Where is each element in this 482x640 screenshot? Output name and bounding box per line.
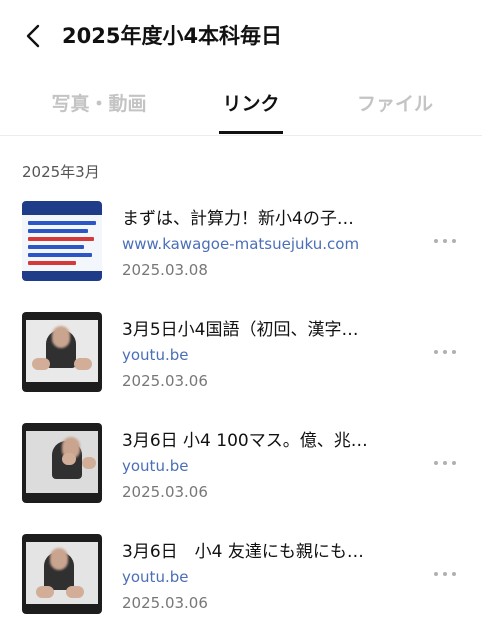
link-url[interactable]: youtu.be xyxy=(122,568,188,586)
link-title: 3月5日小4国語（初回、漢字… xyxy=(122,320,359,340)
tab-bar: 写真・動画 リンク ファイル xyxy=(0,80,482,136)
more-dots-icon xyxy=(434,572,438,576)
header-bar: 2025年度小4本科毎日 xyxy=(0,0,482,72)
tab-photos-videos[interactable]: 写真・動画 xyxy=(46,88,152,120)
list-item[interactable]: 3月6日 小4 友達にも親にも… youtu.be 2025.03.06 xyxy=(0,534,482,634)
more-options-button[interactable] xyxy=(432,230,458,252)
back-button[interactable] xyxy=(18,20,50,52)
link-title: まずは、計算力！新小4の子… xyxy=(122,209,354,229)
more-dots-icon xyxy=(434,461,438,465)
video-thumbnail xyxy=(22,312,102,392)
link-date: 2025.03.06 xyxy=(122,594,208,612)
link-url[interactable]: www.kawagoe-matsuejuku.com xyxy=(122,235,359,253)
link-url[interactable]: youtu.be xyxy=(122,457,188,475)
link-title: 3月6日 小4 友達にも親にも… xyxy=(122,542,364,562)
video-thumbnail xyxy=(22,534,102,614)
link-date: 2025.03.06 xyxy=(122,372,208,390)
section-date-header: 2025年3月 xyxy=(22,163,100,181)
link-date: 2025.03.06 xyxy=(122,483,208,501)
chevron-left-icon xyxy=(26,24,40,48)
active-tab-indicator xyxy=(219,131,283,134)
list-item[interactable]: まずは、計算力！新小4の子… www.kawagoe-matsuejuku.co… xyxy=(0,201,482,301)
list-item[interactable]: 3月5日小4国語（初回、漢字… youtu.be 2025.03.06 xyxy=(0,312,482,412)
tab-links[interactable]: リンク xyxy=(211,88,291,120)
list-item[interactable]: 3月6日 小4 100マス。億、兆… youtu.be 2025.03.06 xyxy=(0,423,482,523)
more-options-button[interactable] xyxy=(432,452,458,474)
more-dots-icon xyxy=(434,239,438,243)
more-dots-icon xyxy=(434,350,438,354)
more-options-button[interactable] xyxy=(432,341,458,363)
link-thumbnail xyxy=(22,201,102,281)
more-options-button[interactable] xyxy=(432,563,458,585)
link-date: 2025.03.08 xyxy=(122,261,208,279)
link-title: 3月6日 小4 100マス。億、兆… xyxy=(122,431,368,451)
video-thumbnail xyxy=(22,423,102,503)
link-url[interactable]: youtu.be xyxy=(122,346,188,364)
page-title: 2025年度小4本科毎日 xyxy=(62,24,283,48)
tab-files[interactable]: ファイル xyxy=(350,88,440,120)
